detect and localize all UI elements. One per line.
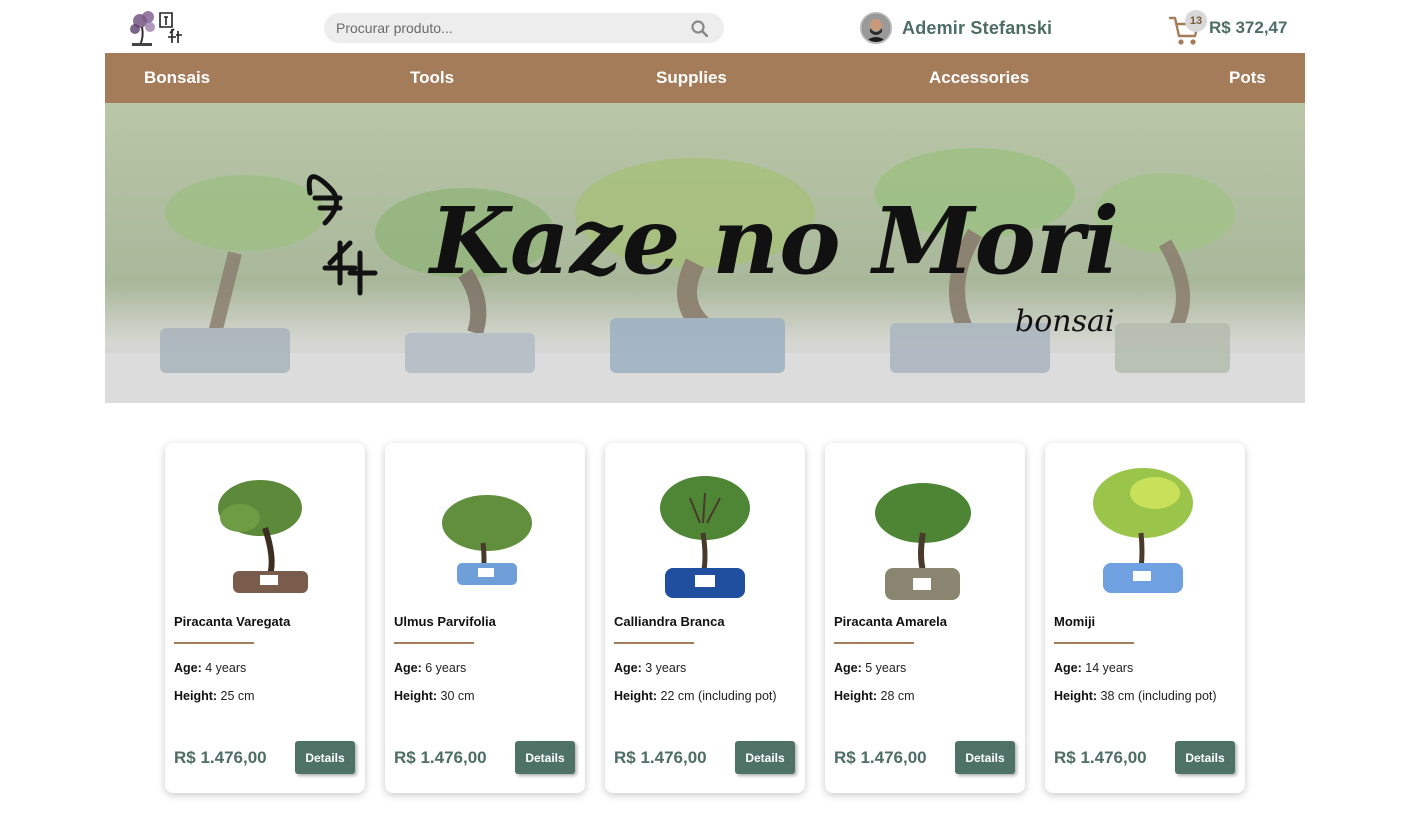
cart-count-badge: 13	[1185, 10, 1207, 32]
divider	[834, 642, 914, 644]
product-card[interactable]: Piracanta Amarela Age: 5 years Height: 2…	[825, 443, 1025, 793]
product-card[interactable]: Calliandra Branca Age: 3 years Height: 2…	[605, 443, 805, 793]
product-age: Age: 4 years	[174, 661, 247, 675]
nav-item-tools[interactable]: Tools	[410, 53, 454, 103]
product-height: Height: 38 cm (including pot)	[1054, 689, 1217, 703]
nav-item-pots[interactable]: Pots	[1229, 53, 1266, 103]
product-card[interactable]: Piracanta Varegata Age: 4 years Height: …	[165, 443, 365, 793]
details-button[interactable]: Details	[295, 741, 355, 774]
divider	[174, 642, 254, 644]
product-name: Piracanta Amarela	[834, 614, 947, 629]
brand-logo[interactable]	[126, 7, 188, 49]
product-name: Piracanta Varegata	[174, 614, 291, 629]
avatar[interactable]	[860, 12, 892, 44]
product-age: Age: 5 years	[834, 661, 907, 675]
product-height: Height: 22 cm (including pot)	[614, 689, 777, 703]
cart-total[interactable]: R$ 372,47	[1209, 18, 1287, 38]
category-nav: Bonsais Tools Supplies Accessories Pots	[105, 53, 1305, 103]
hero-banner: Kaze no Mori bonsai	[105, 103, 1305, 403]
product-height: Height: 30 cm	[394, 689, 475, 703]
details-button[interactable]: Details	[515, 741, 575, 774]
product-image[interactable]	[645, 463, 765, 603]
product-image[interactable]	[205, 463, 325, 603]
user-profile[interactable]: Ademir Stefanski	[860, 12, 1052, 44]
header: Ademir Stefanski 13 R$ 372,47	[0, 0, 1426, 53]
divider	[1054, 642, 1134, 644]
product-price: R$ 1.476,00	[834, 748, 927, 767]
product-price: R$ 1.476,00	[174, 748, 267, 767]
nav-item-bonsais[interactable]: Bonsais	[144, 53, 210, 103]
divider	[614, 642, 694, 644]
product-image[interactable]	[425, 463, 545, 603]
product-name: Calliandra Branca	[614, 614, 725, 629]
divider	[394, 642, 474, 644]
user-name[interactable]: Ademir Stefanski	[902, 18, 1052, 39]
product-name: Momiji	[1054, 614, 1096, 629]
details-button[interactable]: Details	[1175, 741, 1235, 774]
product-age: Age: 3 years	[614, 661, 687, 675]
product-height: Height: 28 cm	[834, 689, 915, 703]
product-image[interactable]	[1085, 463, 1205, 603]
product-name: Ulmus Parvifolia	[394, 614, 496, 629]
nav-item-supplies[interactable]: Supplies	[656, 53, 727, 103]
details-button[interactable]: Details	[735, 741, 795, 774]
banner-subtitle: bonsai	[1015, 304, 1114, 339]
product-card[interactable]: Momiji Age: 14 years Height: 38 cm (incl…	[1045, 443, 1245, 793]
nav-item-accessories[interactable]: Accessories	[929, 53, 1029, 103]
search-input[interactable]	[336, 13, 676, 43]
search-bar	[324, 13, 724, 43]
product-image[interactable]	[865, 463, 985, 603]
product-age: Age: 14 years	[1054, 661, 1134, 675]
product-age: Age: 6 years	[394, 661, 467, 675]
product-card[interactable]: Ulmus Parvifolia Age: 6 years Height: 30…	[385, 443, 585, 793]
product-price: R$ 1.476,00	[1054, 748, 1147, 767]
product-price: R$ 1.476,00	[614, 748, 707, 767]
details-button[interactable]: Details	[955, 741, 1015, 774]
search-icon[interactable]	[691, 20, 709, 38]
banner-title: Kaze no Mori	[427, 187, 1119, 295]
product-price: R$ 1.476,00	[394, 748, 487, 767]
cart-button[interactable]: 13	[1168, 8, 1208, 46]
product-height: Height: 25 cm	[174, 689, 255, 703]
